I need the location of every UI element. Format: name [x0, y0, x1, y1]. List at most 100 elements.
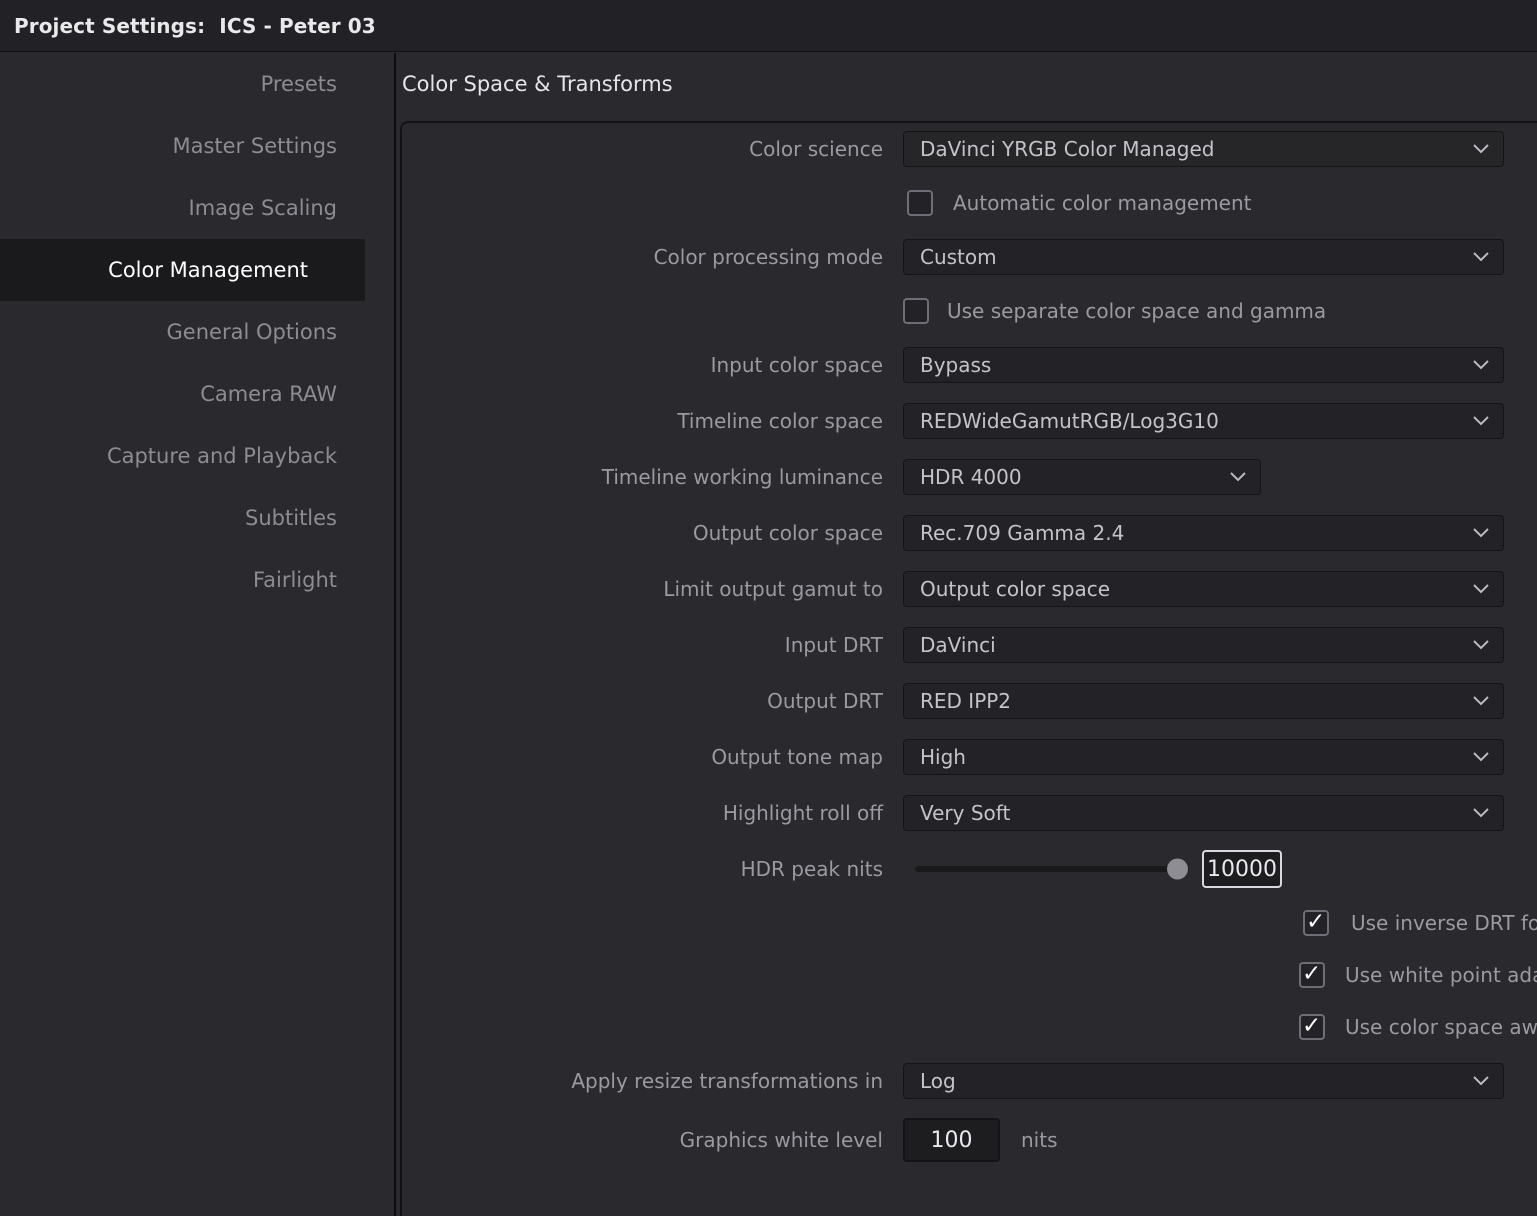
label-hdr-peak-nits: HDR peak nits	[740, 857, 883, 881]
input-color-space-value: Bypass	[920, 353, 992, 377]
chevron-down-icon	[1473, 360, 1489, 370]
sidebar-item-label: General Options	[166, 320, 337, 344]
row-use-white-point-adaptation: ✓ Use white point adaptation	[396, 949, 1537, 1001]
graphics-white-level-unit: nits	[1021, 1128, 1058, 1152]
row-color-science: Color science DaVinci YRGB Color Managed	[396, 121, 1537, 177]
input-drt-value: DaVinci	[920, 633, 996, 657]
timeline-color-space-dropdown[interactable]: REDWideGamutRGB/Log3G10	[903, 403, 1504, 439]
chevron-down-icon	[1473, 640, 1489, 650]
row-output-tone-map: Output tone map High	[396, 729, 1537, 785]
sidebar-item-label: Image Scaling	[188, 196, 338, 220]
apply-resize-transformations-dropdown[interactable]: Log	[903, 1063, 1504, 1099]
label-color-science: Color science	[749, 137, 883, 161]
sidebar-item-general-options[interactable]: General Options	[0, 301, 394, 363]
timeline-working-luminance-dropdown[interactable]: HDR 4000	[903, 459, 1261, 495]
row-limit-output-gamut-to: Limit output gamut to Output color space	[396, 561, 1537, 617]
output-color-space-dropdown[interactable]: Rec.709 Gamma 2.4	[903, 515, 1504, 551]
output-drt-value: RED IPP2	[920, 689, 1012, 713]
window-titlebar: Project Settings: ICS - Peter 03	[0, 0, 1537, 52]
sidebar-item-label: Fairlight	[252, 568, 337, 592]
sidebar-item-presets[interactable]: Presets	[0, 53, 394, 115]
color-science-dropdown[interactable]: DaVinci YRGB Color Managed	[903, 131, 1504, 167]
color-processing-mode-value: Custom	[920, 245, 997, 269]
chevron-down-icon	[1473, 696, 1489, 706]
row-output-drt: Output DRT RED IPP2	[396, 673, 1537, 729]
row-use-color-space-aware-grading-tools: ✓ Use color space aware grading tools	[396, 1001, 1537, 1053]
label-apply-resize-transformations-in: Apply resize transformations in	[571, 1069, 883, 1093]
row-color-processing-mode: Color processing mode Custom	[396, 229, 1537, 285]
limit-output-gamut-dropdown[interactable]: Output color space	[903, 571, 1504, 607]
row-apply-resize-transformations-in: Apply resize transformations in Log	[396, 1053, 1537, 1109]
sidebar-item-camera-raw[interactable]: Camera RAW	[0, 363, 394, 425]
label-limit-output-gamut-to: Limit output gamut to	[663, 577, 883, 601]
chevron-down-icon	[1473, 584, 1489, 594]
label-color-processing-mode: Color processing mode	[653, 245, 883, 269]
hdr-peak-nits-slider[interactable]	[915, 858, 1189, 880]
slider-handle[interactable]	[1167, 858, 1188, 880]
sidebar-item-subtitles[interactable]: Subtitles	[0, 487, 394, 549]
sidebar-item-fairlight[interactable]: Fairlight	[0, 549, 394, 611]
sidebar-item-label: Camera RAW	[200, 382, 337, 406]
label-output-tone-map: Output tone map	[711, 745, 883, 769]
row-use-separate-color-space-and-gamma: Use separate color space and gamma	[396, 285, 1537, 337]
check-icon: ✓	[1306, 909, 1326, 935]
label-timeline-working-luminance: Timeline working luminance	[601, 465, 883, 489]
sidebar-item-capture-and-playback[interactable]: Capture and Playback	[0, 425, 394, 487]
highlight-roll-off-dropdown[interactable]: Very Soft	[903, 795, 1504, 831]
output-color-space-value: Rec.709 Gamma 2.4	[920, 521, 1125, 545]
label-automatic-color-management: Automatic color management	[953, 191, 1252, 215]
sidebar-item-color-management[interactable]: Color Management	[0, 239, 365, 301]
row-graphics-white-level: Graphics white level 100 nits	[396, 1109, 1537, 1171]
project-settings-window: Project Settings: ICS - Peter 03 Presets…	[0, 0, 1537, 1216]
use-inverse-drt-checkbox[interactable]: ✓	[1303, 909, 1329, 936]
chevron-down-icon	[1473, 808, 1489, 818]
use-white-point-adaptation-checkbox[interactable]: ✓	[1299, 961, 1325, 988]
chevron-down-icon	[1473, 416, 1489, 426]
row-output-color-space: Output color space Rec.709 Gamma 2.4	[396, 505, 1537, 561]
row-timeline-working-luminance: Timeline working luminance HDR 4000	[396, 449, 1537, 505]
chevron-down-icon	[1473, 252, 1489, 262]
settings-sidebar: Presets Master Settings Image Scaling Co…	[0, 53, 394, 1216]
sidebar-item-label: Color Management	[108, 258, 308, 282]
check-icon: ✓	[1302, 961, 1322, 987]
output-tone-map-value: High	[920, 745, 966, 769]
input-drt-dropdown[interactable]: DaVinci	[903, 627, 1504, 663]
chevron-down-icon	[1473, 1076, 1489, 1086]
highlight-roll-off-value: Very Soft	[920, 801, 1011, 825]
slider-track[interactable]	[915, 866, 1189, 872]
output-drt-dropdown[interactable]: RED IPP2	[903, 683, 1504, 719]
timeline-working-luminance-value: HDR 4000	[920, 465, 1022, 489]
row-hdr-peak-nits: HDR peak nits 10000	[396, 841, 1537, 897]
label-highlight-roll-off: Highlight roll off	[722, 801, 883, 825]
chevron-down-icon	[1473, 528, 1489, 538]
use-color-space-aware-grading-tools-checkbox[interactable]: ✓	[1299, 1013, 1325, 1040]
sidebar-item-label: Presets	[260, 72, 337, 96]
window-body: Presets Master Settings Image Scaling Co…	[0, 53, 1537, 1216]
label-input-drt: Input DRT	[784, 633, 883, 657]
sidebar-item-label: Master Settings	[172, 134, 337, 158]
label-use-inverse-drt: Use inverse DRT for SDR to HDR conversio…	[1351, 911, 1537, 935]
row-input-color-space: Input color space Bypass	[396, 337, 1537, 393]
sidebar-item-label: Subtitles	[245, 506, 337, 530]
label-use-color-space-aware-grading-tools: Use color space aware grading tools	[1345, 1015, 1537, 1039]
settings-form: Color science DaVinci YRGB Color Managed…	[396, 121, 1537, 1171]
hdr-peak-nits-input[interactable]: 10000	[1202, 850, 1282, 888]
sidebar-item-master-settings[interactable]: Master Settings	[0, 115, 394, 177]
row-highlight-roll-off: Highlight roll off Very Soft	[396, 785, 1537, 841]
sidebar-item-label: Capture and Playback	[106, 444, 337, 468]
input-color-space-dropdown[interactable]: Bypass	[903, 347, 1504, 383]
apply-resize-transformations-value: Log	[920, 1069, 956, 1093]
label-output-drt: Output DRT	[767, 689, 883, 713]
automatic-color-management-checkbox[interactable]	[907, 190, 933, 216]
timeline-color-space-value: REDWideGamutRGB/Log3G10	[920, 409, 1219, 433]
limit-output-gamut-value: Output color space	[920, 577, 1111, 601]
output-tone-map-dropdown[interactable]: High	[903, 739, 1504, 775]
row-input-drt: Input DRT DaVinci	[396, 617, 1537, 673]
use-separate-color-space-checkbox[interactable]	[903, 298, 929, 324]
page-title: Color Space & Transforms	[402, 72, 673, 96]
row-automatic-color-management: Automatic color management	[396, 177, 1537, 229]
sidebar-item-image-scaling[interactable]: Image Scaling	[0, 177, 394, 239]
color-processing-mode-dropdown[interactable]: Custom	[903, 239, 1504, 275]
graphics-white-level-input[interactable]: 100	[903, 1118, 1000, 1162]
label-output-color-space: Output color space	[692, 521, 883, 545]
